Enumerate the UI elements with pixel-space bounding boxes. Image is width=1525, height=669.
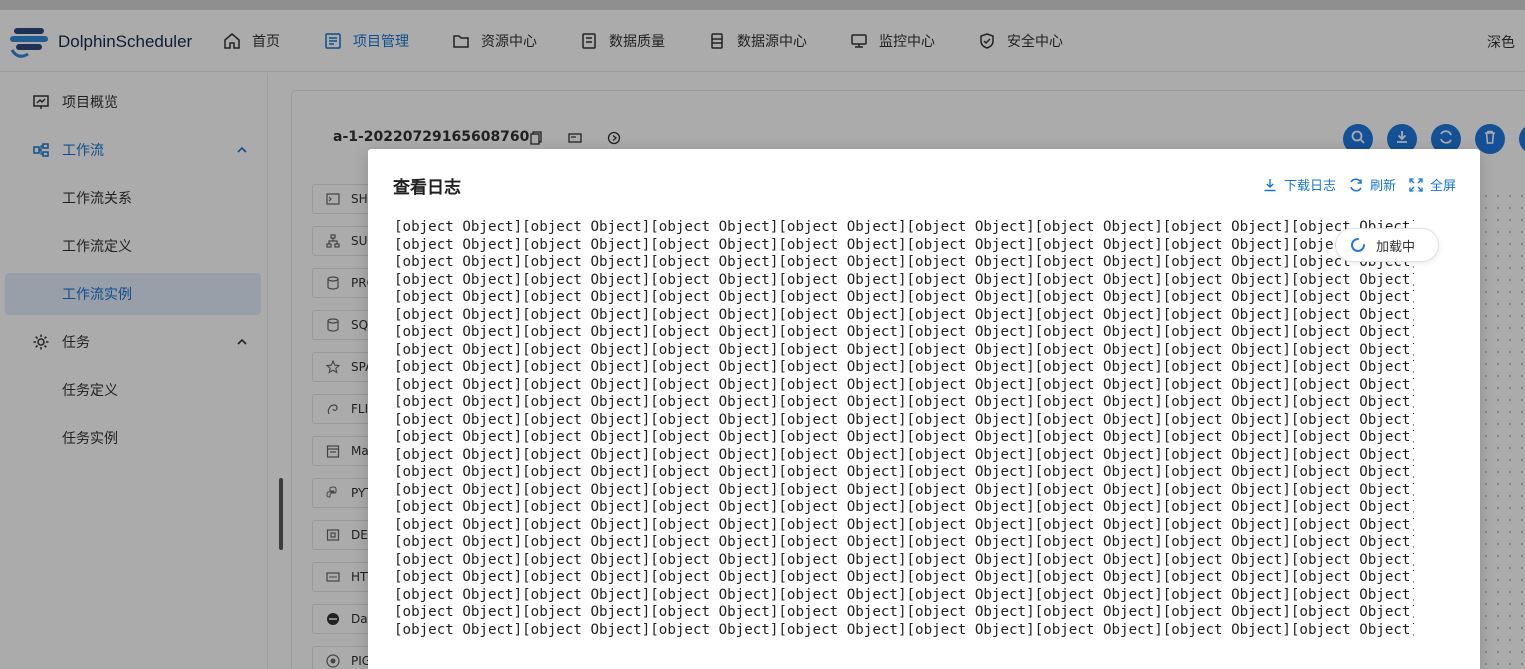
view-log-modal: 查看日志 下载日志 刷新 全屏 [object Object][object O… <box>368 149 1480 669</box>
refresh-icon <box>1348 177 1364 193</box>
loading-indicator: 加载中 <box>1335 228 1439 262</box>
modal-title: 查看日志 <box>393 178 461 198</box>
download-log-button[interactable]: 下载日志 <box>1262 175 1336 194</box>
fullscreen-button[interactable]: 全屏 <box>1408 175 1456 194</box>
refresh-log-label: 刷新 <box>1369 179 1396 194</box>
refresh-log-button[interactable]: 刷新 <box>1348 175 1396 194</box>
fullscreen-icon <box>1408 177 1424 193</box>
download-icon <box>1262 177 1278 193</box>
modal-actions: 下载日志 刷新 全屏 <box>1250 175 1456 194</box>
loading-label: 加载中 <box>1376 239 1416 255</box>
spinner-icon <box>1351 238 1365 252</box>
download-log-label: 下载日志 <box>1283 179 1336 194</box>
fullscreen-label: 全屏 <box>1429 179 1456 194</box>
log-content[interactable]: [object Object][object Object][object Ob… <box>394 219 1414 669</box>
